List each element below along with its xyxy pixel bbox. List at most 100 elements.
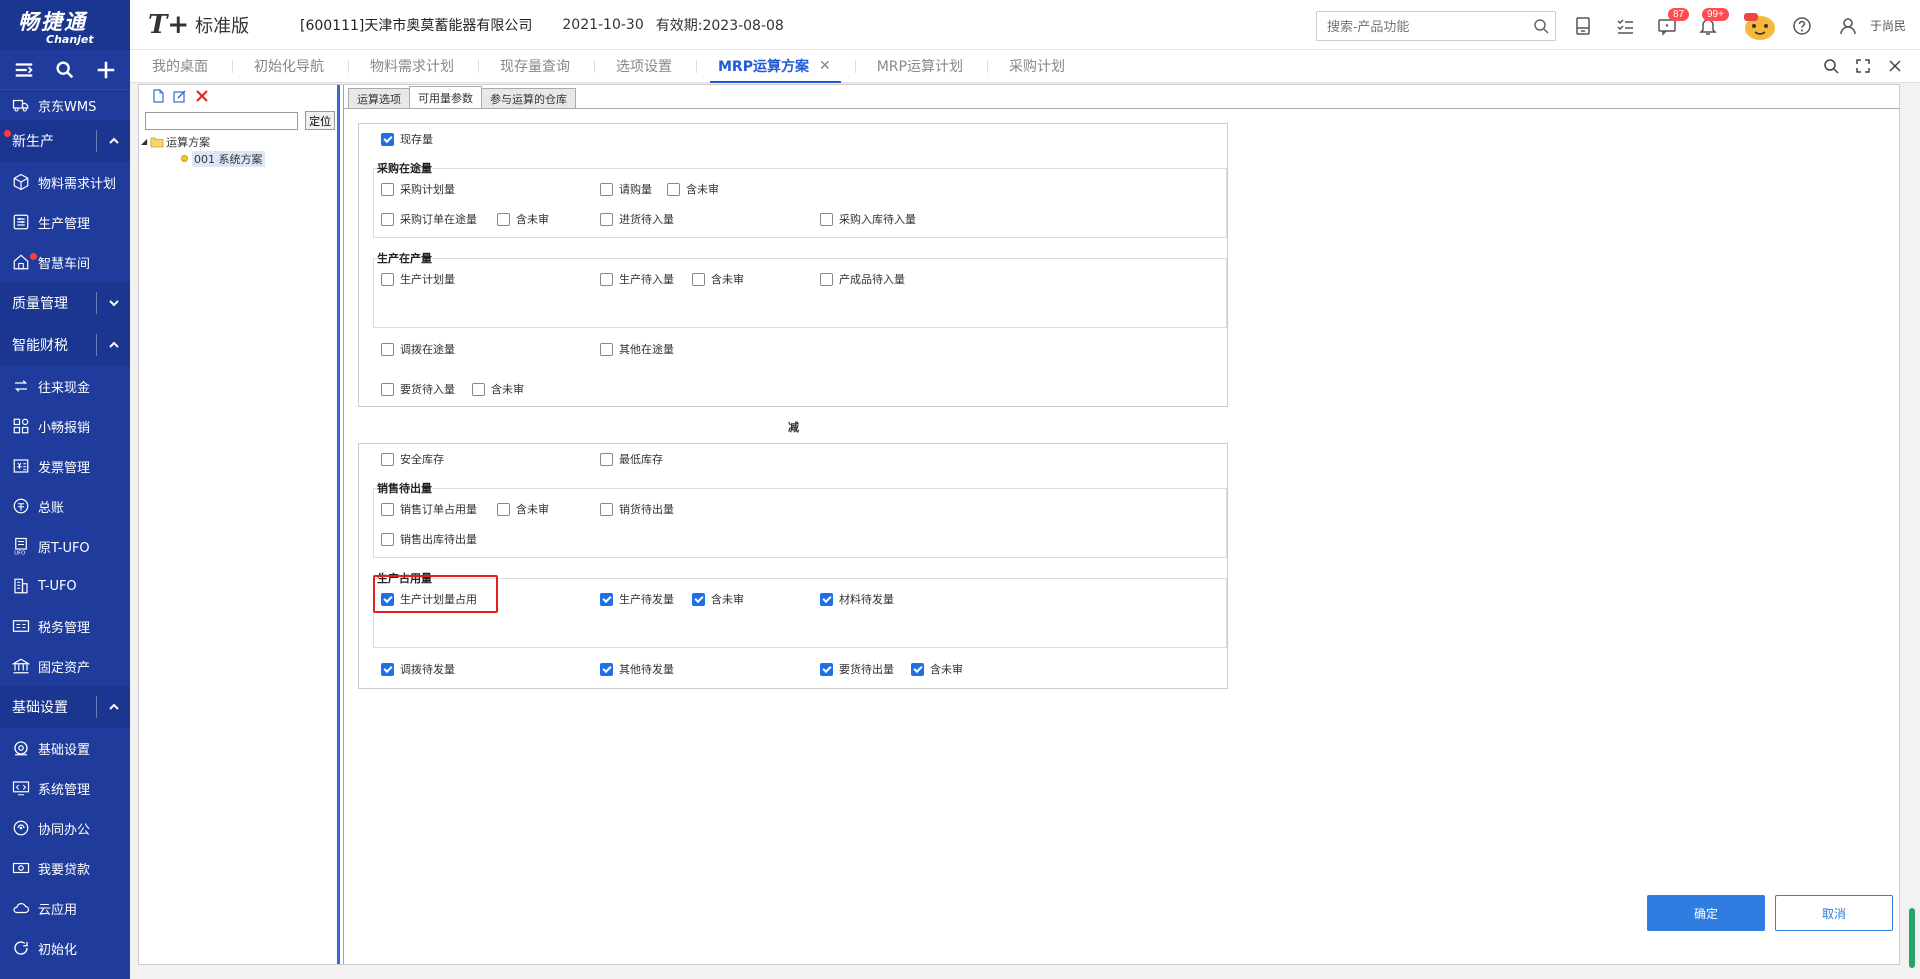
checkbox-icon[interactable] xyxy=(692,592,705,606)
other-pending-issue-checkbox[interactable]: 其他待发量 xyxy=(600,661,674,677)
scroll-handle[interactable] xyxy=(1909,908,1915,968)
sidebar-item-old-tufo[interactable]: UFO 原T-UFO xyxy=(0,526,130,566)
tab-mrp-plan[interactable]: MRP运算计划 xyxy=(854,50,987,83)
checkbox-icon[interactable] xyxy=(667,182,680,196)
checkbox-icon[interactable] xyxy=(600,452,613,466)
sidebar-group-new-production[interactable]: 新生产 xyxy=(0,120,130,162)
tab-stock-query[interactable]: 现存量查询 xyxy=(478,50,594,83)
purchase-inbound-pending-checkbox[interactable]: 采购入库待入量 xyxy=(820,211,916,227)
search-input[interactable] xyxy=(1316,11,1556,41)
checkbox-icon[interactable] xyxy=(381,212,394,226)
checkbox-icon[interactable] xyxy=(381,342,394,356)
sidebar-item-basic-settings[interactable]: 基础设置 xyxy=(0,728,130,768)
production-pending-in-checkbox[interactable]: 生产待入量 xyxy=(600,271,674,287)
sidebar-item-invoice[interactable]: 发票管理 xyxy=(0,446,130,486)
sidebar-item-fixed-assets[interactable]: 固定资产 xyxy=(0,646,130,686)
purchase-order-transit-checkbox[interactable]: 采购订单在途量 xyxy=(381,211,477,227)
search-icon[interactable] xyxy=(1533,18,1549,34)
checkbox-icon[interactable] xyxy=(497,502,510,516)
chevron-up-icon[interactable] xyxy=(96,334,130,356)
sidebar-item-collaboration[interactable]: 协同办公 xyxy=(0,808,130,848)
cancel-button[interactable]: 取消 xyxy=(1775,895,1893,931)
sidebar-item-production-management[interactable]: 生产管理 xyxy=(0,202,130,242)
add-icon[interactable] xyxy=(95,59,117,81)
purchase-order-unaudited-checkbox[interactable]: 含未审 xyxy=(497,211,549,227)
purchase-plan-checkbox[interactable]: 采购计划量 xyxy=(381,181,455,197)
checkbox-icon[interactable] xyxy=(600,212,613,226)
menu-toggle-icon[interactable] xyxy=(13,59,35,81)
checkbox-icon[interactable] xyxy=(381,662,394,676)
tab-my-desktop[interactable]: 我的桌面 xyxy=(130,50,232,83)
sidebar-item-ledger[interactable]: 总账 xyxy=(0,486,130,526)
locate-button[interactable]: 定位 xyxy=(305,111,335,130)
sales-order-occupied-checkbox[interactable]: 销售订单占用量 xyxy=(381,501,477,517)
checkbox-icon[interactable] xyxy=(381,132,394,146)
company-name[interactable]: [600111]天津市奥莫蓄能器有限公司 xyxy=(300,15,532,35)
sidebar-item-initialization[interactable]: 初始化 xyxy=(0,928,130,968)
sidebar-item-system-management[interactable]: 系统管理 xyxy=(0,768,130,808)
tab-mrp-scheme[interactable]: MRP运算方案 ✕ xyxy=(696,50,855,83)
app-logo[interactable]: 畅捷通 Chanjet xyxy=(0,0,130,50)
tree-node-system-scheme[interactable]: 001 系统方案 xyxy=(139,150,337,167)
checkbox-icon[interactable] xyxy=(600,502,613,516)
chevron-down-icon[interactable] xyxy=(96,292,130,314)
checkbox-icon[interactable] xyxy=(820,212,833,226)
help-icon[interactable] xyxy=(1792,16,1812,36)
requisition-out-unaudited-checkbox[interactable]: 含未审 xyxy=(911,661,963,677)
sidebar-item-expense[interactable]: 小畅报销 xyxy=(0,406,130,446)
subtab-calc-options[interactable]: 运算选项 xyxy=(348,88,410,108)
search-icon[interactable] xyxy=(54,59,76,81)
sales-outbound-pending-checkbox[interactable]: 销售出库待出量 xyxy=(381,531,477,547)
checkbox-icon[interactable] xyxy=(497,212,510,226)
production-plan-checkbox[interactable]: 生产计划量 xyxy=(381,271,455,287)
product-pending-in-checkbox[interactable]: 产成品待入量 xyxy=(820,271,905,287)
min-stock-checkbox[interactable]: 最低库存 xyxy=(600,451,663,467)
checkbox-icon[interactable] xyxy=(600,592,613,606)
sidebar-item-tax[interactable]: 税务管理 xyxy=(0,606,130,646)
purchase-request-checkbox[interactable]: 请购量 xyxy=(600,181,652,197)
requisition-unaudited-checkbox[interactable]: 含未审 xyxy=(472,381,524,397)
edit-icon[interactable] xyxy=(173,89,187,103)
other-transit-checkbox[interactable]: 其他在途量 xyxy=(600,341,674,357)
ok-button[interactable]: 确定 xyxy=(1647,895,1765,931)
production-pending-unaudited-checkbox[interactable]: 含未审 xyxy=(692,271,744,287)
sales-pending-out-checkbox[interactable]: 销货待出量 xyxy=(600,501,674,517)
search-icon[interactable] xyxy=(1823,58,1839,74)
tree-search-input[interactable] xyxy=(145,111,299,130)
sidebar-item-loan[interactable]: 我要贷款 xyxy=(0,848,130,888)
sidebar-group-quality[interactable]: 质量管理 xyxy=(0,282,130,324)
subtab-warehouses[interactable]: 参与运算的仓库 xyxy=(481,88,576,108)
sidebar-item-jd-wms[interactable]: 京东WMS xyxy=(0,90,130,120)
prod-pending-issue-checkbox[interactable]: 生产待发量 xyxy=(600,591,674,607)
close-icon[interactable]: ✕ xyxy=(819,58,831,74)
checkbox-icon[interactable] xyxy=(381,382,394,396)
transfer-transit-checkbox[interactable]: 调拨在途量 xyxy=(381,341,455,357)
transfer-pending-issue-checkbox[interactable]: 调拨待发量 xyxy=(381,661,455,677)
sidebar-item-smart-workshop[interactable]: 智慧车间 xyxy=(0,242,130,282)
checkbox-icon[interactable] xyxy=(600,662,613,676)
checkbox-icon[interactable] xyxy=(820,592,833,606)
sidebar-item-cloud-apps[interactable]: 云应用 xyxy=(0,888,130,928)
sales-order-unaudited-checkbox[interactable]: 含未审 xyxy=(497,501,549,517)
checkbox-icon[interactable] xyxy=(820,662,833,676)
fullscreen-icon[interactable] xyxy=(1855,58,1871,74)
tab-mrp[interactable]: 物料需求计划 xyxy=(348,50,478,83)
checkbox-icon[interactable] xyxy=(381,272,394,286)
subtab-available-params[interactable]: 可用量参数 xyxy=(409,86,482,108)
requisition-pending-in-checkbox[interactable]: 要货待入量 xyxy=(381,381,455,397)
checkbox-icon[interactable] xyxy=(692,272,705,286)
checkbox-icon[interactable] xyxy=(820,272,833,286)
checkbox-icon[interactable] xyxy=(472,382,485,396)
checkbox-icon[interactable] xyxy=(381,182,394,196)
checkbox-icon[interactable] xyxy=(911,662,924,676)
checkbox-icon[interactable] xyxy=(381,532,394,546)
checkbox-icon[interactable] xyxy=(381,452,394,466)
chevron-up-icon[interactable] xyxy=(96,130,130,152)
customer-service-mascot-icon[interactable] xyxy=(1740,10,1780,42)
chevron-up-icon[interactable] xyxy=(96,696,130,718)
tab-options[interactable]: 选项设置 xyxy=(594,50,696,83)
user-name[interactable]: 于尚民 xyxy=(1870,17,1906,34)
checkbox-icon[interactable] xyxy=(381,502,394,516)
on-hand-checkbox[interactable]: 现存量 xyxy=(381,131,433,147)
sidebar-item-mrp[interactable]: 物料需求计划 xyxy=(0,162,130,202)
